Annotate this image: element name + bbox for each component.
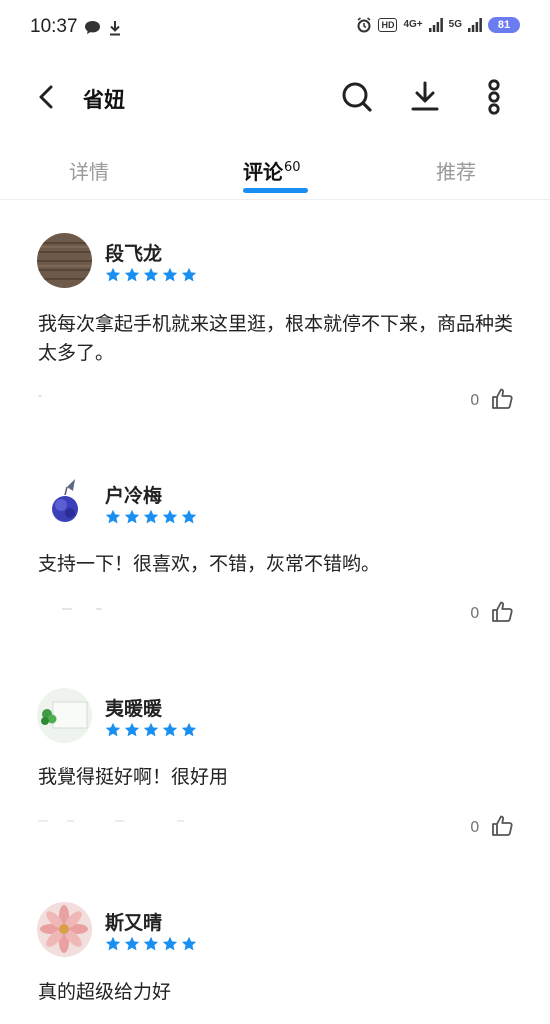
user-avatar[interactable]	[37, 902, 92, 957]
star-icon	[162, 722, 178, 737]
tab-recommend[interactable]: 推荐	[436, 156, 476, 185]
star-icon	[143, 509, 159, 524]
star-icon	[105, 267, 121, 282]
user-name: 斯又晴	[105, 912, 163, 934]
tab-details[interactable]: 详情	[69, 156, 109, 185]
network-label-1: 4G+	[403, 19, 423, 30]
status-icons: HD 4G+ 5G 81	[356, 17, 520, 33]
star-icon	[105, 936, 121, 951]
rating-stars	[105, 267, 197, 283]
page-title: 省妞	[83, 88, 125, 112]
comments-count: 60	[284, 160, 301, 176]
star-icon	[105, 722, 121, 737]
signal-icon	[428, 18, 443, 32]
star-icon	[105, 509, 121, 524]
hd-badge: HD	[378, 18, 398, 32]
download-status-icon	[110, 21, 120, 36]
faint-mark	[38, 820, 278, 822]
signal-icon-2	[468, 18, 482, 32]
star-icon	[181, 267, 197, 282]
comment-text: 支持一下！很喜欢，不错，灰常不错哟。	[38, 553, 381, 575]
search-icon[interactable]	[340, 80, 374, 114]
faint-mark	[38, 395, 42, 397]
star-icon	[124, 722, 140, 737]
alarm-icon	[357, 17, 371, 33]
star-icon	[124, 936, 140, 951]
like-count: 0	[470, 391, 480, 409]
network-label-2: 5G	[448, 19, 462, 30]
user-name: 户冷梅	[105, 485, 163, 507]
user-avatar[interactable]	[37, 233, 92, 288]
rating-stars	[105, 936, 197, 952]
status-bar: 10:37 HD 4G+ 5G 81	[0, 0, 550, 58]
message-icon	[85, 21, 100, 34]
app-header: 省妞	[0, 70, 550, 126]
faint-mark	[62, 608, 72, 610]
star-icon	[162, 267, 178, 282]
back-icon[interactable]	[32, 82, 62, 112]
like-count: 0	[470, 604, 480, 622]
thumbs-up-icon[interactable]	[490, 814, 514, 838]
comment-text: 我每次拿起手机就来这里逛，根本就停不下来，商品种类太多了。	[38, 313, 514, 364]
battery-icon: 81	[488, 17, 520, 33]
comment-text: 真的超级给力好	[38, 981, 172, 1003]
rating-stars	[105, 509, 197, 525]
star-icon	[162, 509, 178, 524]
star-icon	[124, 267, 140, 282]
more-options-icon[interactable]	[480, 78, 508, 116]
tab-comments[interactable]: 评论60	[243, 156, 301, 185]
user-avatar[interactable]	[37, 475, 92, 530]
star-icon	[181, 722, 197, 737]
comment-text: 我覺得挺好啊！很好用	[38, 766, 229, 788]
star-icon	[143, 267, 159, 282]
rating-stars	[105, 722, 197, 738]
download-icon[interactable]	[408, 80, 442, 114]
star-icon	[162, 936, 178, 951]
tab-comments-label: 评论	[243, 160, 283, 184]
star-icon	[181, 936, 197, 951]
user-avatar[interactable]	[37, 688, 92, 743]
thumbs-up-icon[interactable]	[490, 387, 514, 411]
tab-bar: 详情 评论60 推荐	[0, 148, 550, 200]
star-icon	[124, 509, 140, 524]
thumbs-up-icon[interactable]	[490, 600, 514, 624]
star-icon	[143, 722, 159, 737]
user-name: 夷暖暖	[105, 698, 163, 720]
tab-active-indicator	[243, 188, 308, 193]
status-time: 10:37	[30, 16, 78, 37]
star-icon	[143, 936, 159, 951]
faint-mark	[96, 608, 102, 610]
user-name: 段飞龙	[105, 243, 163, 265]
star-icon	[181, 509, 197, 524]
like-count: 0	[470, 818, 480, 836]
